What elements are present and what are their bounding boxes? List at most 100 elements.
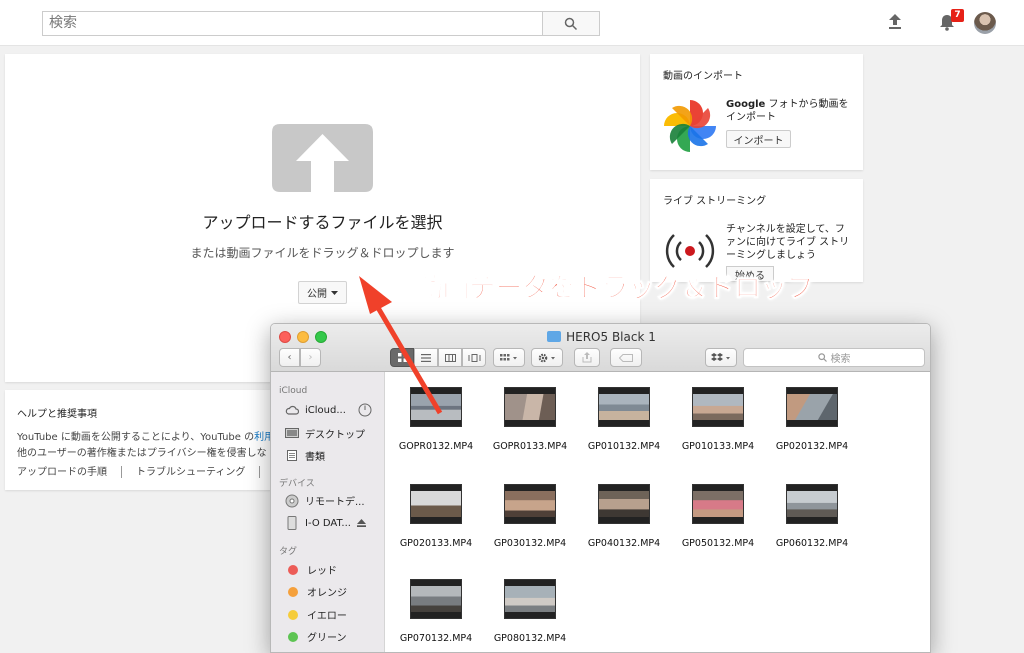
file-name: GP070132.MP4	[399, 633, 473, 644]
file-name: GP030132.MP4	[493, 538, 567, 549]
video-thumbnail	[598, 387, 650, 427]
finder-file-grid: GOPR0132.MP4 GOPR0133.MP4 GP010132.MP4 G…	[386, 372, 930, 652]
chevron-right-icon: ›	[308, 352, 313, 363]
upload-title[interactable]: アップロードするファイルを選択	[5, 209, 640, 233]
file-item[interactable]: GP060132.MP4	[765, 484, 859, 549]
orange-tag-dot	[288, 586, 298, 597]
dropbox-button[interactable]	[705, 348, 737, 367]
help-text: YouTube に動画を公開することにより、YouTube の利用 他のユーザー…	[17, 430, 287, 462]
video-thumbnail	[692, 387, 744, 427]
search-icon	[817, 353, 827, 362]
caret-down-icon	[331, 290, 338, 295]
folder-icon	[547, 331, 562, 342]
file-item[interactable]: GP020133.MP4	[389, 484, 483, 549]
arrange-button[interactable]	[493, 348, 525, 367]
file-item[interactable]: GP030132.MP4	[483, 484, 577, 549]
tag-icon	[619, 353, 633, 362]
help-line2: 他のユーザーの著作権またはプライバシー権を侵害しな	[17, 448, 267, 459]
sidebar-item-label: オレンジ	[307, 588, 347, 599]
file-name: GP010133.MP4	[681, 441, 755, 452]
file-item[interactable]: GP080132.MP4	[483, 579, 577, 644]
sidebar-item-label: 書類	[305, 452, 325, 463]
sidebar-item-io-data[interactable]: I-O DAT...	[285, 516, 366, 530]
search-button[interactable]	[542, 11, 600, 36]
privacy-label: 公開	[307, 289, 327, 300]
file-name: GP020132.MP4	[775, 441, 849, 452]
cloud-icon	[285, 405, 299, 415]
video-thumbnail	[598, 484, 650, 524]
sidebar-tag-orange[interactable]: オレンジ	[285, 584, 347, 599]
chevron-left-icon: ‹	[287, 352, 292, 363]
file-name: GP010132.MP4	[587, 441, 661, 452]
video-thumbnail	[410, 484, 462, 524]
video-thumbnail	[786, 484, 838, 524]
sidebar-item-label: グリーン	[307, 633, 347, 644]
import-description: Google フォトから動画を インポート	[726, 98, 856, 124]
share-button[interactable]	[574, 348, 600, 367]
desktop-icon	[285, 428, 299, 438]
notification-badge: 7	[951, 9, 964, 22]
coverflow-icon	[468, 353, 480, 362]
drive-icon	[287, 516, 297, 530]
live-description: チャンネルを設定して、ファンに向けてライブ ストリーミングしましょう	[726, 224, 850, 261]
forward-button[interactable]: ›	[300, 348, 321, 367]
upload-icon[interactable]	[886, 13, 904, 31]
file-name: GOPR0133.MP4	[492, 441, 568, 452]
sidebar-tag-red[interactable]: レッド	[285, 562, 337, 577]
sidebar-section-devices: デバイス	[279, 479, 315, 489]
sidebar-item-label: レッド	[307, 566, 337, 577]
eject-icon[interactable]	[356, 519, 366, 527]
upload-subtitle: または動画ファイルをドラッグ＆ドロップします	[190, 246, 455, 260]
document-icon	[287, 450, 297, 461]
sidebar-section-icloud: iCloud	[279, 386, 308, 396]
sidebar-item-label: デスクトップ	[305, 430, 365, 441]
file-item[interactable]: GP040132.MP4	[577, 484, 671, 549]
file-item[interactable]: GP010133.MP4	[671, 387, 765, 452]
video-thumbnail	[692, 484, 744, 524]
file-item[interactable]: GP050132.MP4	[671, 484, 765, 549]
finder-search-placeholder: 検索	[830, 354, 851, 365]
import-source: Google	[726, 99, 766, 110]
sidebar-item-label: I-O DAT...	[305, 517, 351, 529]
search-input[interactable]: 検索	[42, 11, 543, 36]
sidebar-item-desktop[interactable]: デスクトップ	[285, 426, 365, 441]
file-item[interactable]: GP070132.MP4	[389, 579, 483, 644]
share-icon	[582, 352, 592, 363]
file-item[interactable]: GP020132.MP4	[765, 387, 859, 452]
upload-arrow-icon[interactable]	[272, 124, 373, 192]
cover-flow-button[interactable]	[462, 348, 486, 367]
avatar[interactable]	[974, 12, 996, 34]
video-thumbnail	[786, 387, 838, 427]
red-tag-dot	[288, 564, 298, 575]
sidebar-item-documents[interactable]: 書類	[285, 448, 325, 463]
sidebar-item-label: リモートデ...	[305, 497, 365, 508]
file-item[interactable]: GP010132.MP4	[577, 387, 671, 452]
action-gear-button[interactable]	[531, 348, 563, 367]
file-name: GP050132.MP4	[681, 538, 755, 549]
troubleshooting-link[interactable]: トラブルシューティング	[136, 467, 245, 478]
back-button[interactable]: ‹	[279, 348, 300, 367]
annotation-caption: 動画データをドラッグ＆ドロップ	[416, 273, 815, 305]
sidebar-item-label: iCloud...	[305, 404, 346, 416]
sidebar-tag-yellow[interactable]: イエロー	[285, 607, 347, 622]
live-title: ライブ ストリーミング	[663, 196, 767, 207]
dropbox-icon	[711, 352, 730, 361]
sidebar-tag-green[interactable]: グリーン	[285, 629, 347, 644]
file-name: GP020133.MP4	[399, 538, 473, 549]
red-arrow-icon	[359, 276, 443, 415]
help-links: アップロードの手順 トラブルシューティング	[17, 463, 274, 478]
video-thumbnail	[504, 579, 556, 619]
import-title: 動画のインポート	[663, 71, 743, 82]
file-name: GP040132.MP4	[587, 538, 661, 549]
file-item[interactable]: GOPR0133.MP4	[483, 387, 577, 452]
google-photos-icon	[664, 100, 716, 152]
upload-guide-link[interactable]: アップロードの手順	[17, 467, 107, 478]
file-name: GP080132.MP4	[493, 633, 567, 644]
sidebar-item-remote-disc[interactable]: リモートデ...	[285, 493, 365, 508]
tag-button[interactable]	[610, 348, 642, 367]
import-button[interactable]: インポート	[726, 130, 791, 148]
finder-search-field[interactable]: 検索	[743, 348, 925, 367]
file-name: GOPR0132.MP4	[398, 441, 474, 452]
video-thumbnail	[504, 387, 556, 427]
privacy-dropdown[interactable]: 公開	[298, 281, 347, 304]
